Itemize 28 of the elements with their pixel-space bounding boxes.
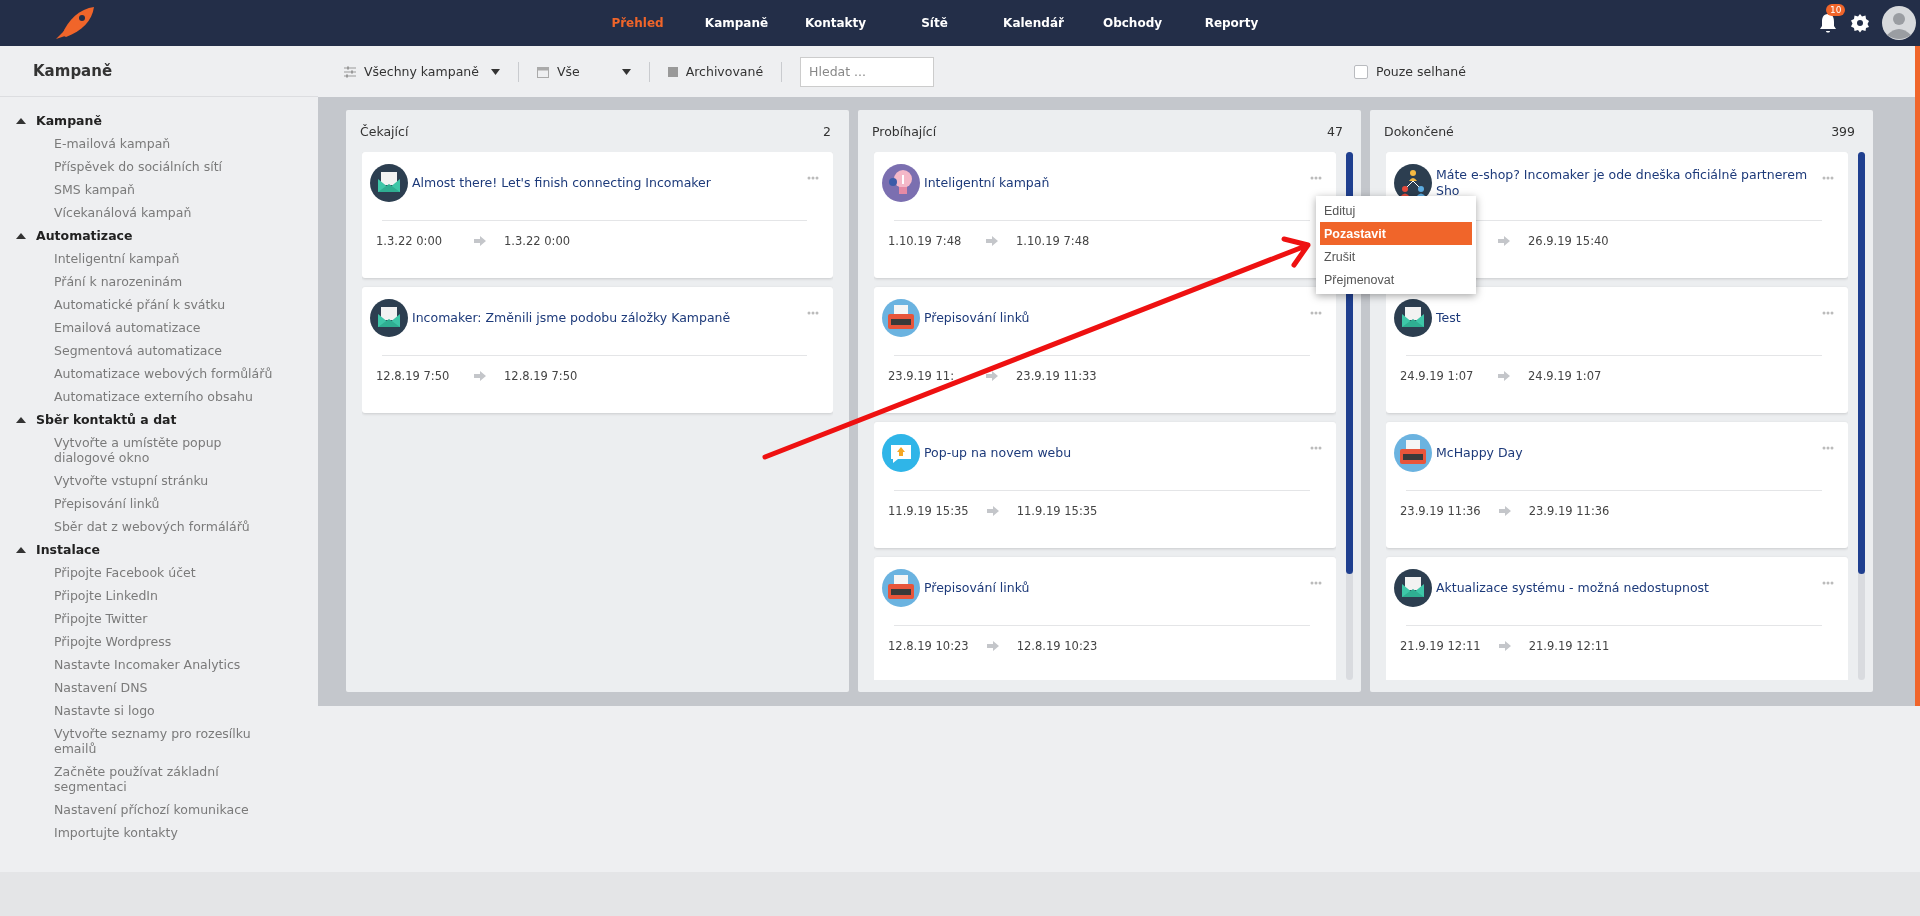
column-count: 399: [1831, 123, 1855, 139]
end-date: 12.8.19 7:50: [504, 369, 578, 383]
start-date: 1.3.22 0:00: [376, 234, 444, 248]
notification-badge: 10: [1826, 4, 1846, 16]
start-date: 11.9.19 15:35: [888, 504, 969, 518]
start-date: 24.9.19 1:07: [1400, 369, 1475, 383]
column-count: 47: [1327, 123, 1343, 139]
column-title: Čekající: [360, 123, 409, 139]
column-title: Dokončené: [1384, 123, 1454, 139]
end-date: 12.8.19 10:23: [1016, 639, 1098, 653]
start-date: 1.10.19 7:48: [888, 234, 963, 248]
column-count: 2: [823, 123, 831, 139]
page-title: Kampaně: [33, 62, 113, 80]
end-date: 1.3.22 0:00: [504, 234, 571, 248]
start-date: 12.8.19 7:50: [376, 369, 451, 383]
end-date: 11.9.19 15:35: [1016, 504, 1098, 518]
start-date: 21.9.19 12:11: [1400, 639, 1481, 653]
start-date: 23.9.19 11:36: [1400, 504, 1481, 518]
start-date: 12.8.19 10:23: [888, 639, 969, 653]
start-date: 23.9.19 11:: [888, 369, 956, 383]
checkbox-label: Pouze selhané: [1376, 64, 1466, 79]
end-date: 23.9.19 11:36: [1528, 504, 1610, 518]
end-date: 1.10.19 7:48: [1016, 234, 1090, 248]
end-date: 24.9.19 1:07: [1528, 369, 1602, 383]
end-date: 26.9.19 15:40: [1528, 234, 1609, 248]
end-date: 21.9.19 12:11: [1528, 639, 1610, 653]
end-date: 23.9.19 11:33: [1016, 369, 1097, 383]
column-title: Probíhající: [872, 123, 937, 139]
